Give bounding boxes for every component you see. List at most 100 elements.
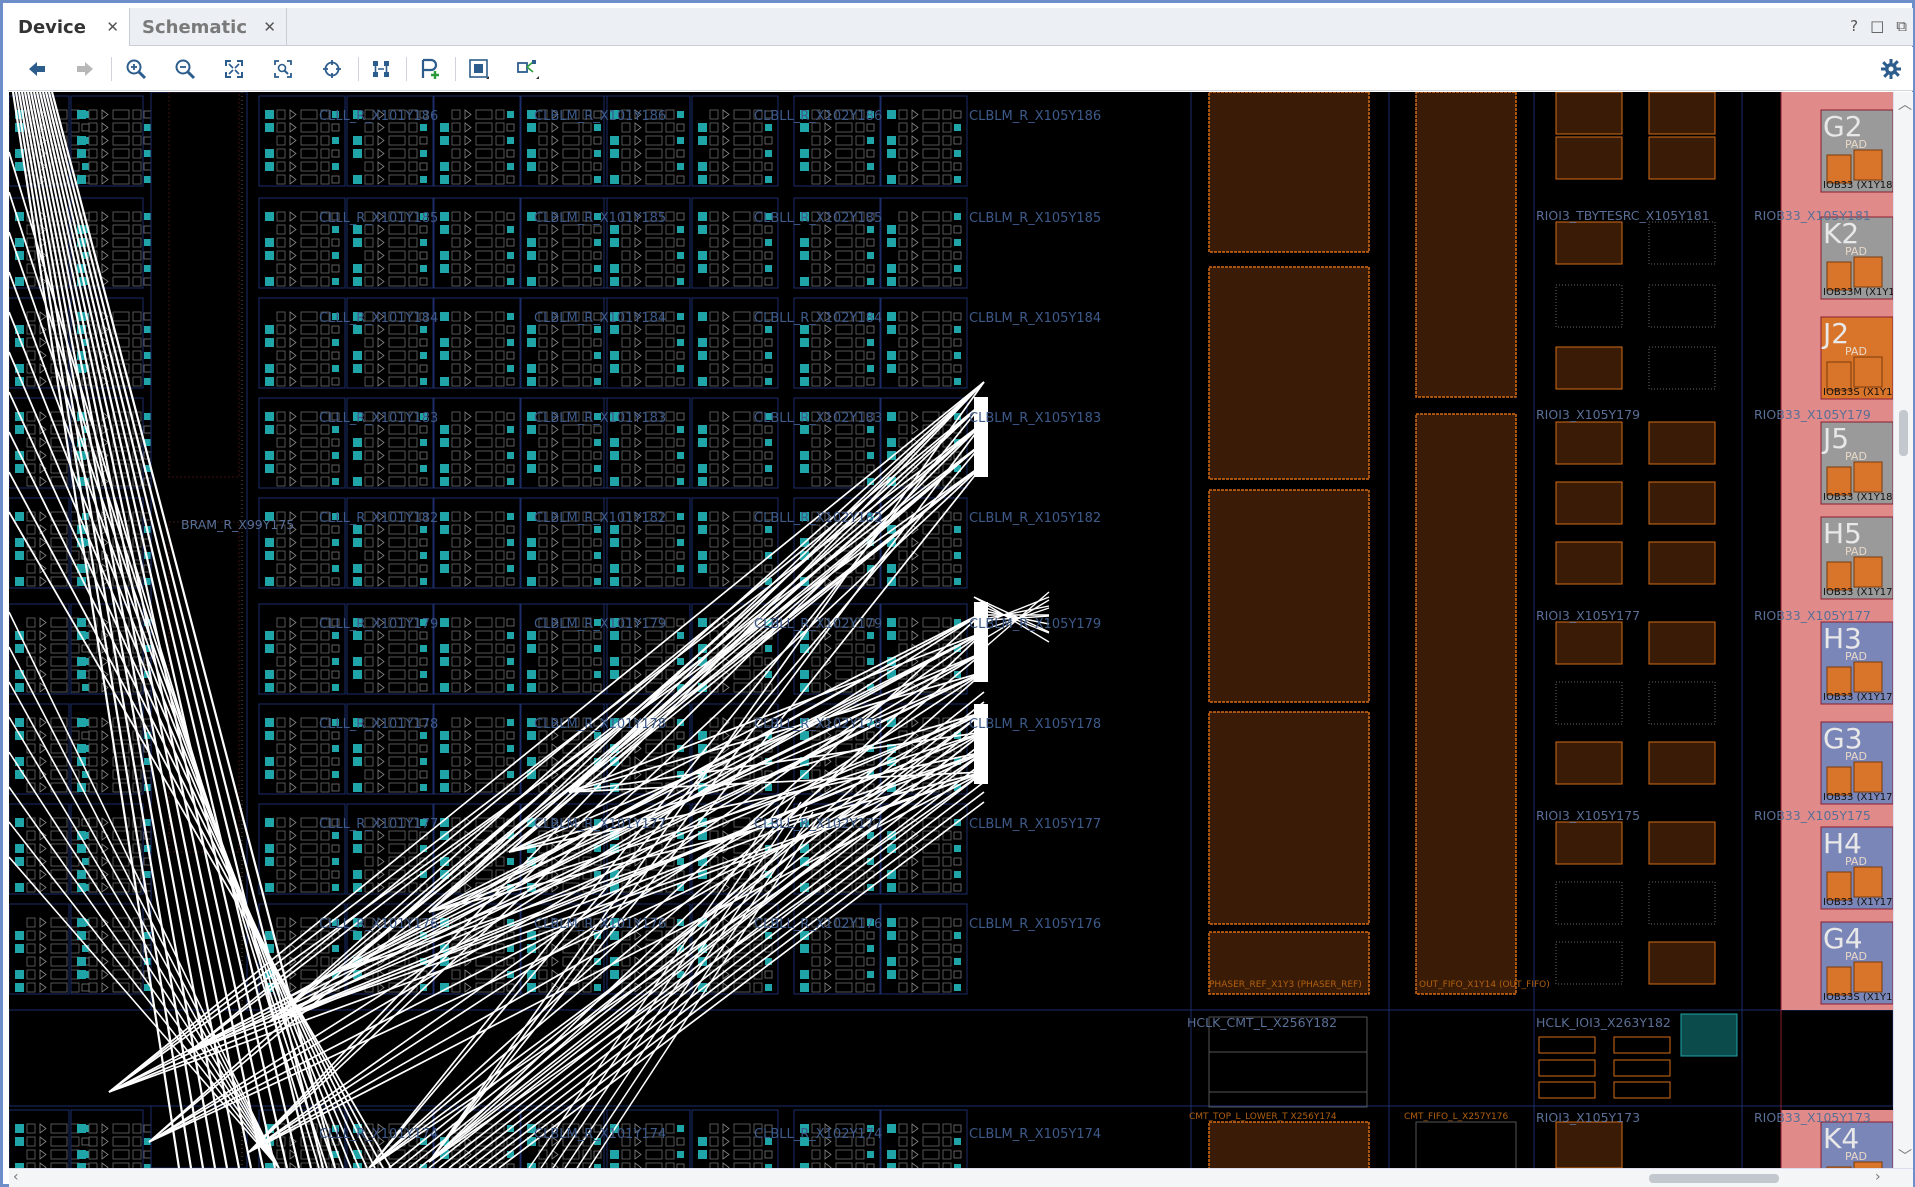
placed-cell (594, 124, 601, 131)
device-canvas[interactable]: G2PADIOB33 (X1Y183)K2PADIOB33M (X1Y182)J… (9, 92, 1893, 1168)
scroll-up-icon[interactable]: ︿ (1898, 94, 1912, 114)
placed-cell (265, 644, 274, 653)
autofit-selection-icon[interactable] (513, 54, 543, 84)
help-icon[interactable]: ? (1850, 17, 1858, 35)
placed-cell (594, 326, 601, 333)
maximize-icon[interactable]: □ (1870, 17, 1884, 35)
placed-cell (440, 312, 449, 321)
placed-cell (332, 365, 339, 372)
ioi-site (1555, 284, 1623, 328)
close-icon[interactable]: ✕ (263, 18, 276, 36)
horizontal-scrollbar[interactable]: ‹ › (9, 1168, 1913, 1187)
placed-cell (887, 438, 896, 447)
placed-cell (265, 770, 274, 779)
placed-cell (420, 732, 427, 739)
placed-cell (610, 525, 619, 534)
routing-resources-icon[interactable] (366, 54, 396, 84)
placed-cell (610, 451, 619, 460)
tile-label: CLBLL_R_X102Y177 (754, 817, 882, 832)
placed-cell (420, 552, 427, 559)
placed-cell (527, 577, 536, 586)
placed-cell (610, 477, 619, 486)
placed-cell (440, 657, 449, 666)
pad-box (1826, 966, 1852, 996)
placed-cell (332, 884, 339, 891)
tile-label: CLBLM_R_X101Y178 (534, 717, 666, 732)
placed-cell (440, 564, 449, 573)
placed-cell (610, 238, 619, 247)
scroll-down-icon[interactable]: ﹀ (1898, 1146, 1912, 1166)
placed-cell (420, 352, 427, 359)
placed-cell (15, 1137, 24, 1146)
placed-cell (610, 564, 619, 573)
placed-cell (265, 670, 274, 679)
zoom-selection-icon[interactable] (268, 54, 298, 84)
float-icon[interactable]: ⧉ (1896, 17, 1907, 35)
placed-cell (15, 277, 24, 286)
ioi-site (1648, 284, 1716, 328)
ioi-site (1555, 421, 1623, 465)
placed-cell (698, 312, 707, 321)
ioi-site (1555, 741, 1623, 785)
placed-cell (527, 149, 536, 158)
zoom-out-icon[interactable] (170, 54, 200, 84)
forward-icon[interactable] (70, 54, 100, 84)
zoom-fit-icon[interactable] (219, 54, 249, 84)
placed-cell (594, 671, 601, 678)
placed-cell (332, 426, 339, 433)
placed-cell (765, 439, 772, 446)
tab-schematic[interactable]: Schematic ✕ (130, 8, 287, 46)
placed-cell (594, 645, 601, 652)
io-buffer (1853, 461, 1883, 493)
zoom-in-icon[interactable] (121, 54, 151, 84)
package-pin: G2PADIOB33 (X1Y183) (1820, 109, 1893, 193)
placed-cell (144, 352, 151, 359)
tile-label: CLBLM_R_X101Y177 (534, 817, 666, 832)
ioi-site (1555, 221, 1623, 265)
vertical-scroll-thumb[interactable] (1899, 410, 1908, 456)
placed-cell (332, 226, 339, 233)
back-icon[interactable] (22, 54, 52, 84)
placed-cell (77, 670, 86, 679)
placed-cell (527, 377, 536, 386)
fixed-cells-icon[interactable] (464, 54, 494, 84)
tab-device[interactable]: Device ✕ (8, 8, 130, 46)
placed-cell (677, 452, 684, 459)
tile-label: CLLL_R_X101Y177 (319, 817, 438, 832)
placed-cell (954, 326, 961, 333)
placed-cell (265, 538, 274, 547)
cmt-fifo-label: CMT_FIFO_L_X257Y176 (1404, 1112, 1508, 1122)
placed-cell (887, 1124, 896, 1133)
placed-cell (765, 150, 772, 157)
close-icon[interactable]: ✕ (106, 18, 119, 36)
iob-label: IOB33 (X1Y177) (1823, 792, 1893, 803)
placed-cell (867, 278, 874, 285)
placed-cell (698, 251, 707, 260)
placed-cell (507, 111, 514, 118)
placed-cell (867, 137, 874, 144)
scroll-left-icon[interactable]: ‹ (13, 1169, 19, 1185)
placed-cell (527, 644, 536, 653)
fifo-site (1415, 92, 1517, 398)
tile-label: CLBLM_R_X101Y179 (534, 617, 666, 632)
placed-cell (265, 277, 274, 286)
scroll-right-icon[interactable]: › (1875, 1169, 1881, 1185)
placed-cell (610, 631, 619, 640)
toolbar-separator (358, 57, 359, 81)
settings-icon[interactable] (1877, 55, 1905, 83)
placed-cell (610, 538, 619, 547)
auto-fit-selection-icon[interactable] (317, 54, 347, 84)
placed-cell (954, 958, 961, 965)
ioi-site (1648, 621, 1716, 665)
placed-cell (677, 1125, 684, 1132)
toolbar-separator (406, 57, 407, 81)
placed-cell (265, 551, 274, 560)
vertical-scrollbar[interactable]: ︿ ﹀ (1893, 92, 1913, 1168)
placed-cell (527, 683, 536, 692)
placed-cell (698, 377, 707, 386)
device-view[interactable]: G2PADIOB33 (X1Y183)K2PADIOB33M (X1Y182)J… (9, 92, 1893, 1168)
pad-label: PAD (1845, 855, 1867, 868)
add-pblock-icon[interactable] (415, 54, 445, 84)
placed-cell (677, 513, 684, 520)
horizontal-scroll-thumb[interactable] (1649, 1174, 1779, 1183)
